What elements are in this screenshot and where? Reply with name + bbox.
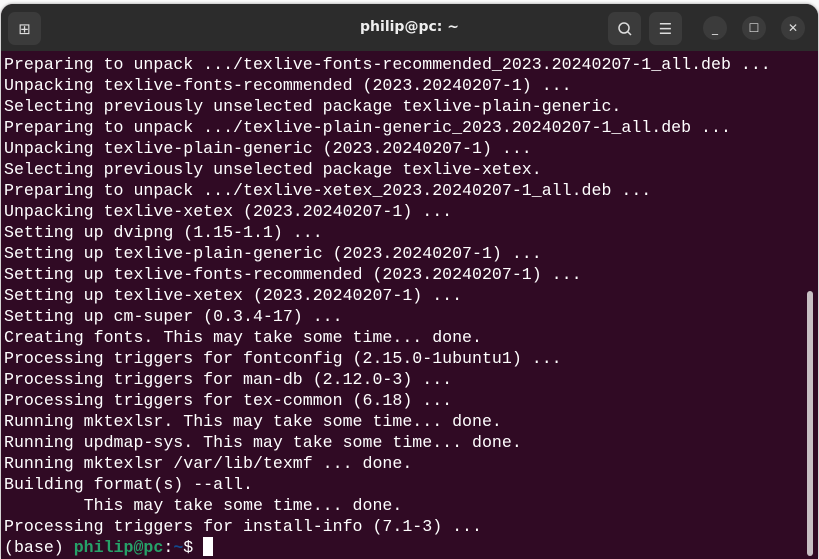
output-line: Building format(s) --all. bbox=[4, 475, 253, 494]
prompt-separator: : bbox=[163, 538, 174, 557]
search-icon bbox=[617, 21, 632, 36]
window-title: philip@pc: ~ bbox=[360, 19, 459, 35]
prompt-user-host: philip@pc bbox=[73, 538, 164, 557]
menu-button[interactable]: ☰ bbox=[649, 12, 682, 45]
output-line: This may take some time... done. bbox=[4, 496, 403, 515]
output-line: Running mktexlsr /var/lib/texmf ... done… bbox=[4, 454, 413, 473]
output-line: Unpacking texlive-xetex (2023.20240207-1… bbox=[4, 202, 453, 221]
terminal-window: ⊞ philip@pc: ~ ☰ _ ☐ ✕ Preparing to unpa… bbox=[1, 4, 818, 559]
output-line: Unpacking texlive-fonts-recommended (202… bbox=[4, 76, 572, 95]
output-line: Setting up dvipng (1.15-1.1) ... bbox=[4, 223, 323, 242]
prompt-path: ~ bbox=[173, 538, 184, 557]
output-line: Processing triggers for tex-common (6.18… bbox=[4, 391, 453, 410]
output-line: Preparing to unpack .../texlive-fonts-re… bbox=[4, 55, 771, 74]
output-line: Processing triggers for install-info (7.… bbox=[4, 517, 482, 536]
hamburger-menu-icon: ☰ bbox=[658, 19, 673, 38]
close-icon: ✕ bbox=[787, 21, 799, 35]
output-line: Running mktexlsr. This may take some tim… bbox=[4, 412, 502, 431]
output-line: Creating fonts. This may take some time.… bbox=[4, 328, 482, 347]
output-line: Setting up cm-super (0.3.4-17) ... bbox=[4, 307, 343, 326]
scrollbar[interactable] bbox=[807, 291, 813, 556]
output-line: Processing triggers for man-db (2.12.0-3… bbox=[4, 370, 453, 389]
close-button[interactable]: ✕ bbox=[781, 16, 805, 40]
output-line: Setting up texlive-xetex (2023.20240207-… bbox=[4, 286, 463, 305]
title-bar: ⊞ philip@pc: ~ ☰ _ ☐ ✕ bbox=[1, 4, 818, 51]
output-line: Setting up texlive-fonts-recommended (20… bbox=[4, 265, 582, 284]
output-line: Running updmap-sys. This may take some t… bbox=[4, 433, 522, 452]
output-line: Preparing to unpack .../texlive-plain-ge… bbox=[4, 118, 731, 137]
output-line: Setting up texlive-plain-generic (2023.2… bbox=[4, 244, 542, 263]
output-line: Selecting previously unselected package … bbox=[4, 97, 622, 116]
output-line: Processing triggers for fontconfig (2.15… bbox=[4, 349, 562, 368]
maximize-icon: ☐ bbox=[748, 21, 760, 35]
cursor bbox=[203, 537, 214, 556]
minimize-button[interactable]: _ bbox=[703, 16, 727, 40]
output-line: Preparing to unpack .../texlive-xetex_20… bbox=[4, 181, 652, 200]
prompt-symbol: $ bbox=[183, 538, 204, 557]
prompt-line[interactable]: (base) philip@pc:~$ bbox=[4, 537, 804, 558]
minimize-icon: _ bbox=[712, 21, 718, 35]
output-line: Selecting previously unselected package … bbox=[4, 160, 542, 179]
maximize-button[interactable]: ☐ bbox=[742, 16, 766, 40]
prompt-env: (base) bbox=[4, 538, 74, 557]
search-button[interactable] bbox=[608, 12, 641, 45]
terminal-output[interactable]: Preparing to unpack .../texlive-fonts-re… bbox=[4, 54, 804, 558]
output-line: Unpacking texlive-plain-generic (2023.20… bbox=[4, 139, 532, 158]
